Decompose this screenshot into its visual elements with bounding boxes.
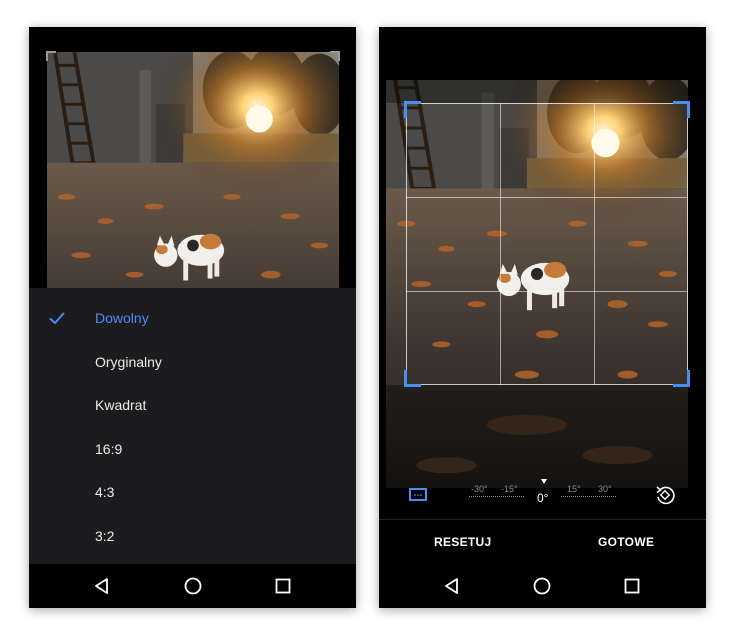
crop-handle-top-right[interactable] (673, 101, 690, 118)
crop-corner-top-right[interactable] (330, 51, 340, 61)
aspect-option-label: 4:3 (95, 484, 115, 500)
aspect-option-kwadrat[interactable]: Kwadrat (29, 383, 356, 427)
navigation-bar (29, 564, 356, 608)
current-angle[interactable]: 0° (537, 491, 548, 505)
crop-dim-bottom (386, 385, 688, 488)
crop-handle-top-left[interactable] (404, 101, 421, 118)
home-circle-icon (184, 577, 202, 595)
crop-corner-top-left[interactable] (46, 51, 56, 61)
action-bar: RESETUJ GOTOWE (379, 521, 706, 564)
crop-handle-bottom-left[interactable] (404, 370, 421, 387)
recents-square-icon (624, 578, 640, 594)
aspect-option-label: Kwadrat (95, 397, 147, 413)
tick-label: 30° (598, 484, 612, 494)
aspect-ratio-button[interactable] (409, 488, 427, 501)
crop-frame[interactable] (404, 101, 690, 387)
home-button[interactable] (531, 575, 553, 597)
crop-handle-bottom-right[interactable] (673, 370, 690, 387)
angle-scale-left (469, 496, 524, 499)
back-triangle-icon (95, 578, 108, 594)
aspect-ratio-menu: Dowolny Oryginalny Kwadrat 16:9 4:3 3:2 (29, 288, 356, 564)
aspect-option-3-2[interactable]: 3:2 (29, 514, 356, 558)
straighten-control: -30° -15° 15° 30° 0° (379, 477, 706, 517)
done-button[interactable]: GOTOWE (598, 535, 654, 549)
home-circle-icon (533, 577, 551, 595)
crop-dim-top (386, 80, 688, 103)
right-screen: -30° -15° 15° 30° 0° RESETUJ GOTOWE (379, 27, 706, 608)
back-button[interactable] (441, 575, 463, 597)
angle-pointer-icon (541, 479, 547, 484)
home-button[interactable] (182, 575, 204, 597)
tick-label: 15° (567, 484, 581, 494)
rotate-button[interactable] (654, 484, 676, 506)
left-screen: Dowolny Oryginalny Kwadrat 16:9 4:3 3:2 (29, 27, 356, 608)
angle-scale-right (561, 496, 616, 499)
aspect-option-dowolny[interactable]: Dowolny (29, 296, 356, 340)
back-triangle-icon (445, 578, 458, 594)
aspect-option-label: 16:9 (95, 441, 123, 457)
aspect-option-oryginalny[interactable]: Oryginalny (29, 340, 356, 384)
recents-button[interactable] (272, 575, 294, 597)
recents-square-icon (275, 578, 291, 594)
rotate-icon (656, 486, 675, 505)
recents-button[interactable] (621, 575, 643, 597)
aspect-option-16-9[interactable]: 16:9 (29, 427, 356, 471)
aspect-option-label: Dowolny (95, 310, 149, 326)
divider (379, 519, 706, 520)
aspect-option-4-3[interactable]: 4:3 (29, 470, 356, 514)
checkmark-icon (49, 312, 65, 325)
tick-label: -15° (501, 484, 518, 494)
back-button[interactable] (91, 575, 113, 597)
tick-label: -30° (471, 484, 488, 494)
aspect-option-label: Oryginalny (95, 354, 162, 370)
reset-button[interactable]: RESETUJ (434, 535, 491, 549)
navigation-bar (379, 564, 706, 608)
aspect-option-label: 3:2 (95, 528, 115, 544)
aspect-ratio-icon (414, 494, 422, 496)
photo-preview (47, 52, 339, 288)
